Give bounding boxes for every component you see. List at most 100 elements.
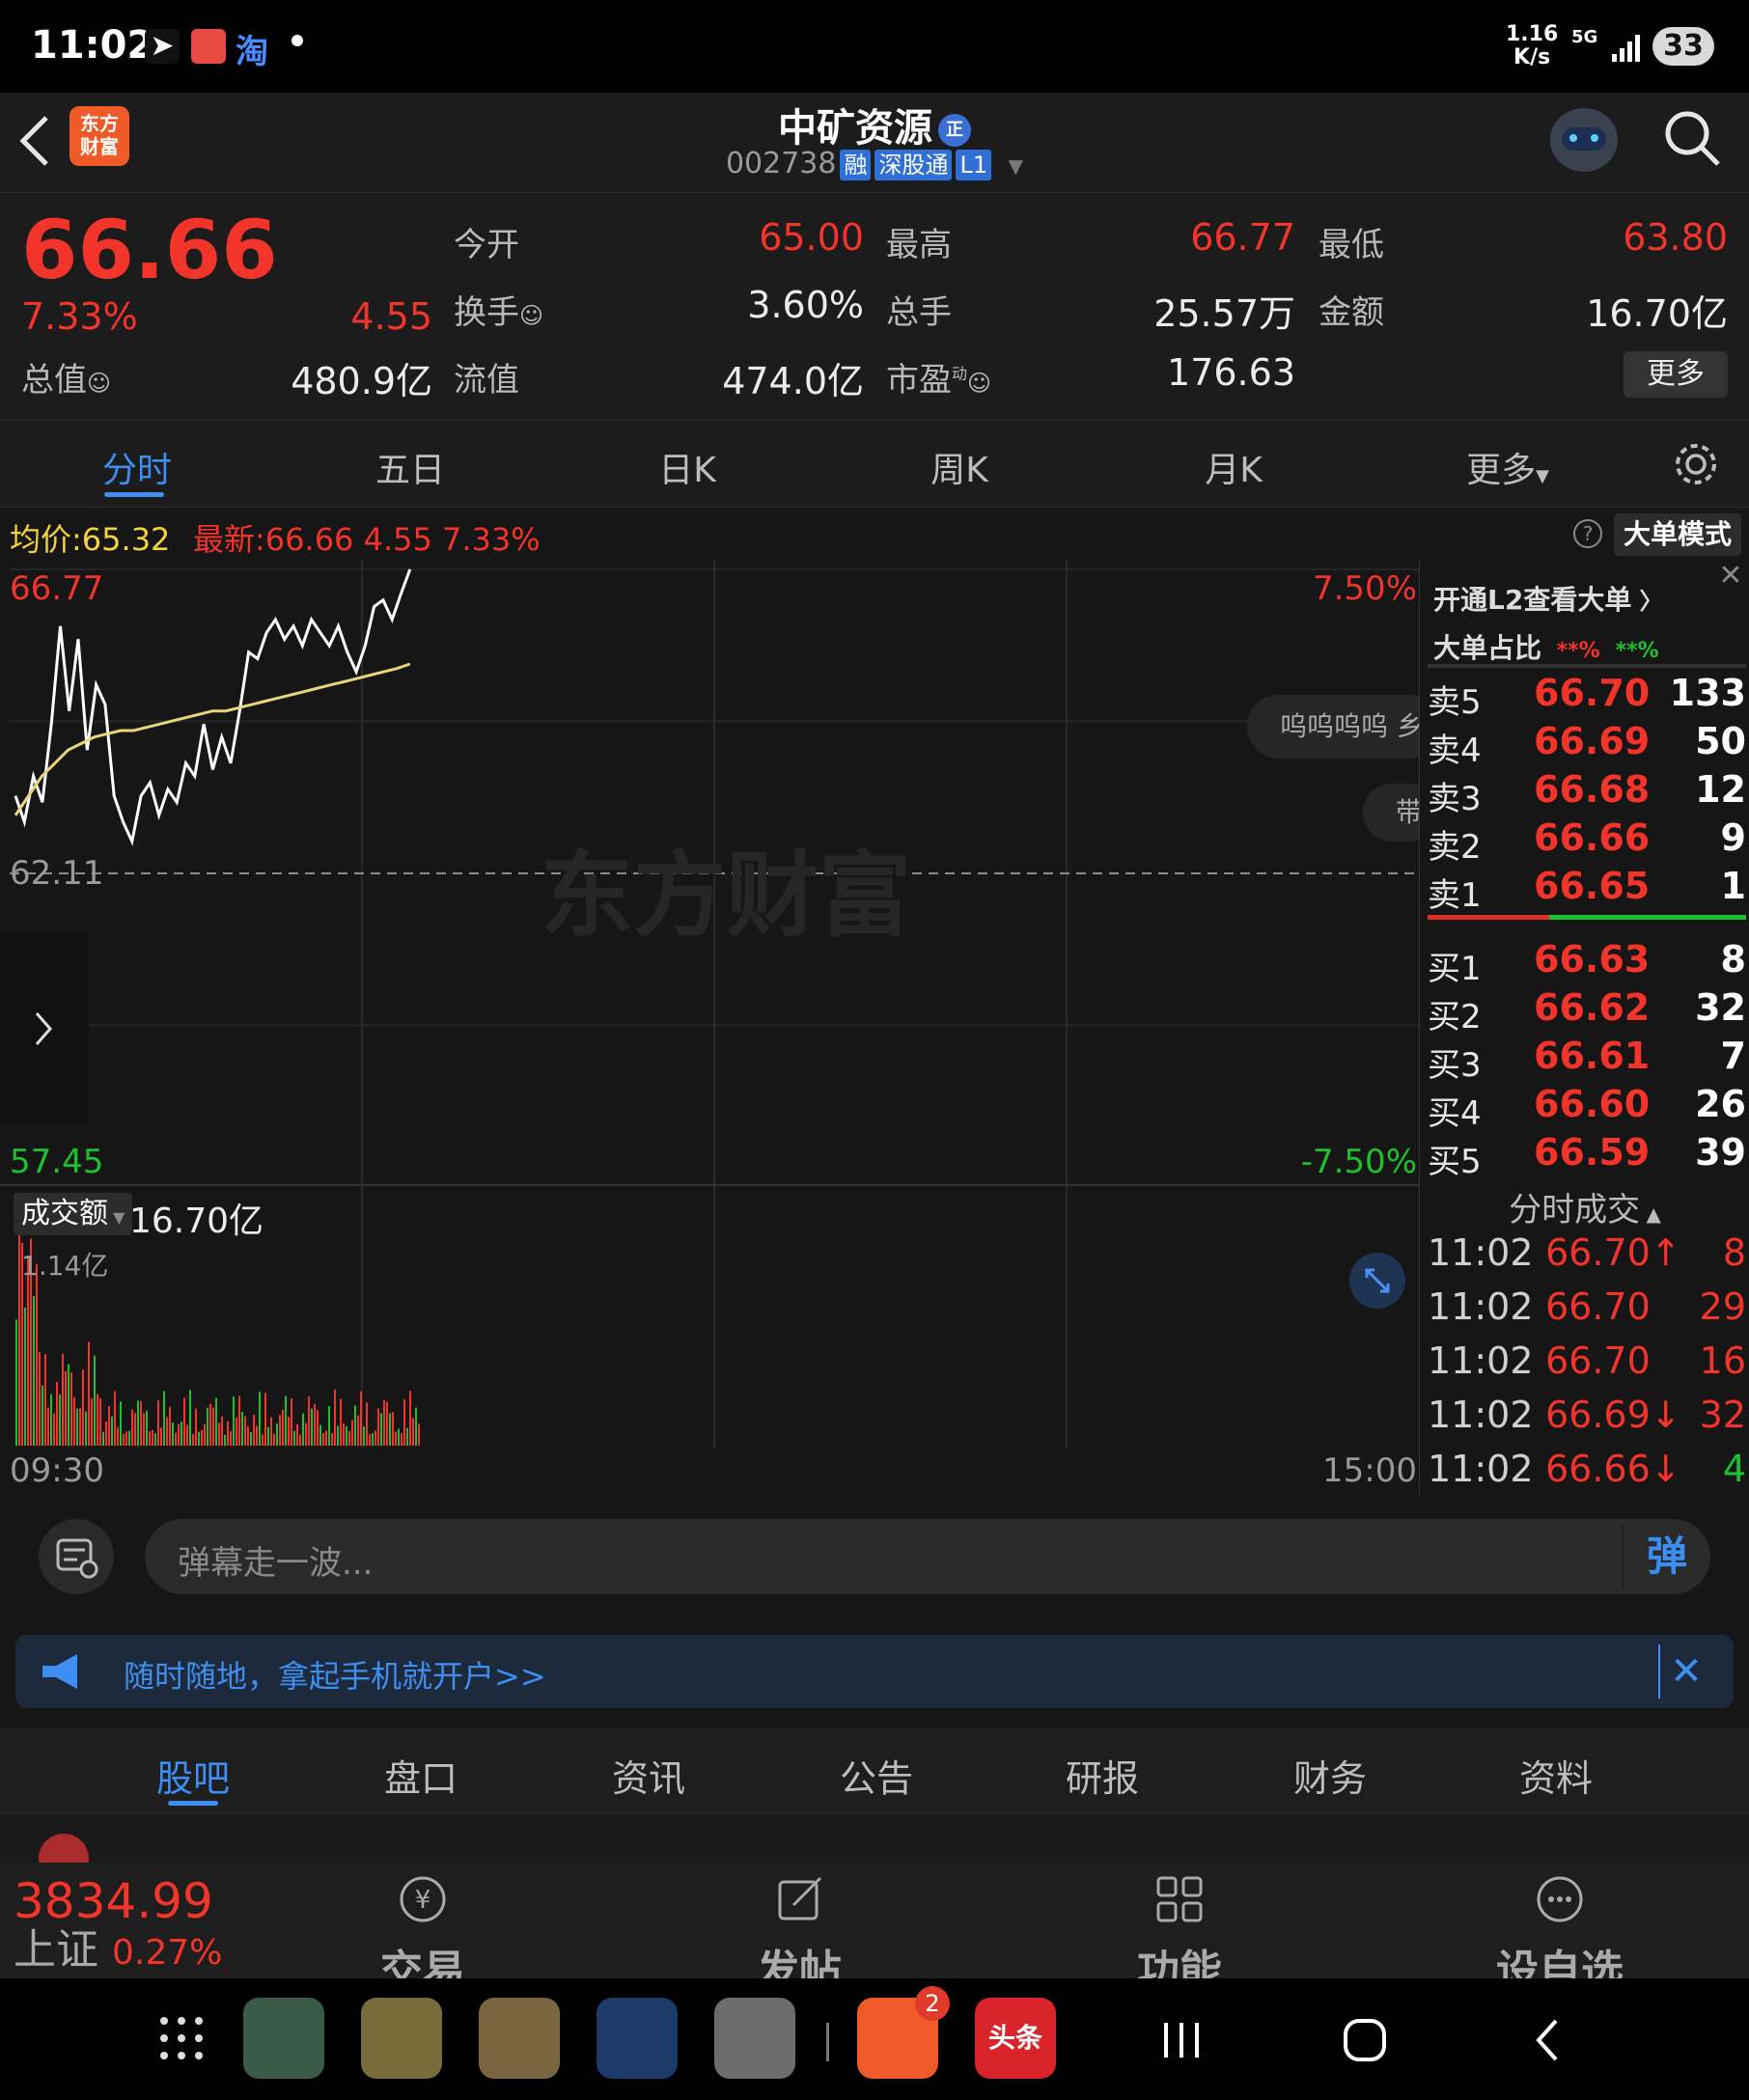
danmu-input[interactable]: 弹幕走一波... 弹 [145,1519,1710,1594]
pinduoduo-icon [191,29,226,64]
clock: 11:02 [31,23,154,68]
tab-five-day[interactable]: 五日 [314,442,507,492]
intraday-chart[interactable]: 东方财富 66.77 62.11 57.45 7.50% -7.50% 呜呜呜呜… [0,560,1440,1534]
gallery-app-icon[interactable] [597,1998,678,2079]
volume-bar [160,1427,162,1446]
volume-bar [406,1427,408,1446]
volume-bar [76,1408,78,1446]
browser-app-icon[interactable] [479,1998,560,2079]
volume-bar [351,1420,353,1446]
volume-bar [273,1433,275,1446]
big-order-mode-button[interactable]: 大单模式 [1614,513,1741,556]
tab-forum[interactable]: 股吧 [79,1749,307,1802]
tab-monthly-k[interactable]: 月K [1137,442,1330,492]
high-label: 最高 [886,226,952,264]
ask-row[interactable]: 卖5 66.70 133 [1428,672,1746,722]
index-change: 0.27% [112,1933,223,1973]
volume-bar [331,1432,333,1446]
volume-bar [389,1413,391,1446]
tab-financials[interactable]: 财务 [1216,1749,1444,1802]
volume-bar [279,1415,281,1446]
fullscreen-icon[interactable] [1349,1253,1405,1309]
search-icon[interactable] [1662,108,1722,168]
tab-more[interactable]: 更多▼ [1411,442,1604,492]
volume-bar [82,1369,84,1446]
volume-bar [311,1408,313,1446]
messages-app-icon[interactable] [361,1998,442,2079]
trade-row: 11:02 66.66↓ 4 [1428,1448,1746,1490]
back-icon[interactable] [1529,2015,1568,2065]
bid-row[interactable]: 买2 66.62 32 [1428,986,1746,1036]
post-button[interactable]: 发帖 [693,1872,905,1978]
volume-bar [178,1423,180,1446]
volume-bar [207,1407,208,1446]
phone-app-icon[interactable] [243,1998,324,2079]
help-icon[interactable]: ? [1573,519,1602,548]
home-icon[interactable] [1340,2015,1390,2065]
trade-button[interactable]: ¥ 交易 [317,1872,529,1978]
tab-weekly-k[interactable]: 周K [863,442,1056,492]
bid-row[interactable]: 买4 66.60 26 [1428,1083,1746,1133]
volume-bar [201,1429,203,1446]
quote-panel: 66.66 7.33% 4.55 总值☺ 480.9亿 今开 65.00 换手☺… [0,193,1749,421]
more-button[interactable]: 更多 [1624,351,1728,398]
tag-margin: 融 [840,149,872,180]
danmu-settings-icon[interactable] [39,1519,114,1594]
ask-row[interactable]: 卖1 66.65 1 [1428,865,1746,915]
tab-profile[interactable]: 资料 [1442,1749,1670,1802]
close-icon[interactable]: ✕ [1658,1644,1712,1699]
volume-type-selector[interactable]: 成交额 ▼ [14,1193,133,1235]
l2-upgrade-link[interactable]: 开通L2查看大单 〉 [1433,579,1663,618]
volume-bar [314,1403,316,1446]
eastmoney-app-icon[interactable]: 2 [857,1986,950,2079]
volume-bar [264,1393,266,1446]
volume-bar [209,1403,211,1446]
trade-row: 11:02 66.69↓ 32 [1428,1394,1746,1436]
stock-header: 东方 财富 中矿资源正 002738 融深股通 L1 ▼ [0,93,1749,193]
danmu-send-button[interactable]: 弹 [1622,1525,1710,1589]
time-sales-header[interactable]: 分时成交 ▲ [1420,1183,1749,1230]
camera-app-icon[interactable] [714,1998,795,2079]
bid-row[interactable]: 买5 66.59 39 [1428,1131,1746,1181]
tab-market-depth[interactable]: 盘口 [307,1749,535,1802]
tab-research[interactable]: 研报 [988,1749,1216,1802]
volume-bar [169,1406,171,1446]
promo-banner[interactable]: 随时随地，拿起手机就开户>> ✕ [15,1635,1734,1708]
chevron-down-icon[interactable]: ▼ [1009,154,1023,178]
settings-gear-icon[interactable] [1672,440,1720,488]
volume-bar [105,1421,107,1446]
volume-bar [33,1295,35,1446]
status-badge: 正 [938,114,971,147]
post-label: 发帖 [757,1947,842,1978]
volume-bar [308,1395,310,1446]
tab-announcements[interactable]: 公告 [763,1749,990,1802]
bid-row[interactable]: 买1 66.63 8 [1428,938,1746,988]
ask-row[interactable]: 卖2 66.66 9 [1428,816,1746,867]
volume-bar [91,1398,93,1446]
volume-bar [128,1430,130,1446]
volume-bar [192,1433,194,1446]
volume-bar [244,1416,246,1446]
expand-panel-button[interactable] [0,934,89,1123]
toutiao-app-icon[interactable]: 头条 [975,1998,1056,2079]
app-drawer-icon[interactable] [158,2015,205,2061]
tab-daily-k[interactable]: 日K [591,442,784,492]
robot-assistant-icon[interactable] [1550,108,1618,172]
ask-row[interactable]: 卖4 66.69 50 [1428,720,1746,770]
index-ticker[interactable]: 3834.99 上证 0.27% [14,1876,222,1977]
ask-row[interactable]: 卖3 66.68 12 [1428,768,1746,818]
close-icon[interactable]: ✕ [1713,560,1748,594]
volume-bar [230,1431,232,1446]
volume-bar [276,1423,278,1446]
add-watchlist-button[interactable]: 设自选 [1454,1872,1666,1978]
recent-apps-icon[interactable] [1158,2017,1205,2063]
stock-code-line: 002738 融深股通 L1 ▼ [0,147,1749,180]
index-name: 上证 [14,1925,98,1975]
tab-news[interactable]: 资讯 [535,1749,763,1802]
chevron-right-icon [35,1012,52,1045]
bid-row[interactable]: 买3 66.61 7 [1428,1035,1746,1085]
functions-button[interactable]: 功能 [1073,1872,1286,1978]
tab-intraday[interactable]: 分时 [41,442,234,492]
send-icon: ➤ [145,29,180,64]
active-tab-indicator [168,1801,218,1806]
